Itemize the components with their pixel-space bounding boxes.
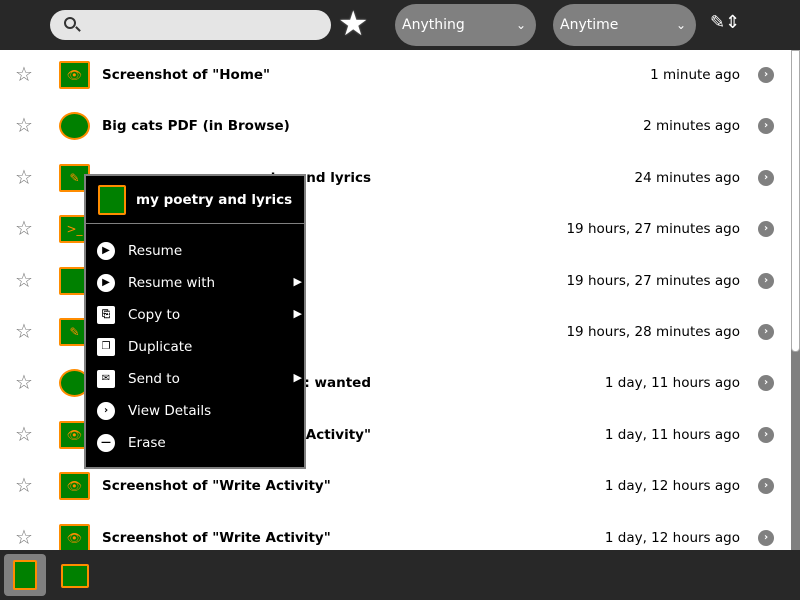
browse-globe-icon[interactable] xyxy=(59,112,90,141)
write-document-icon xyxy=(98,185,126,215)
details-arrow-icon[interactable]: › xyxy=(758,118,774,135)
menu-item-resume-with[interactable]: ▶ Resume with ▶ xyxy=(86,267,304,299)
favorite-star-icon[interactable]: ☆ xyxy=(15,165,33,189)
menu-item-label: Duplicate xyxy=(128,339,193,355)
menu-item-label: Copy to xyxy=(128,307,181,323)
entry-time: 1 minute ago xyxy=(650,67,740,83)
image-viewer-icon[interactable]: 👁 xyxy=(59,61,90,89)
menu-item-label: Erase xyxy=(128,435,166,451)
entry-title[interactable]: Activity" xyxy=(306,427,371,443)
entry-time: 19 hours, 27 minutes ago xyxy=(566,272,740,289)
menu-item-duplicate[interactable]: ❐ Duplicate xyxy=(86,331,304,363)
entry-time: 1 day, 12 hours ago xyxy=(604,478,740,495)
entry-title[interactable]: Screenshot of "Write Activity" xyxy=(102,530,331,546)
favorite-filter-star-icon[interactable]: ★ xyxy=(338,6,368,42)
when-filter-combo[interactable]: Anytime ⌄ xyxy=(553,4,696,46)
journal-tab-button[interactable] xyxy=(4,554,46,596)
entry-context-menu: my poetry and lyrics ▶ Resume ▶ Resume w… xyxy=(84,174,306,469)
favorite-star-icon[interactable]: ☆ xyxy=(15,319,33,343)
details-arrow-icon[interactable]: › xyxy=(758,67,774,83)
favorite-star-icon[interactable]: ☆ xyxy=(15,268,33,292)
entry-time: 24 minutes ago xyxy=(634,169,740,186)
play-icon: ▶ xyxy=(97,274,115,292)
details-arrow-icon[interactable]: › xyxy=(758,169,774,186)
favorite-star-icon[interactable]: ☆ xyxy=(15,370,33,394)
documents-tab-button[interactable] xyxy=(54,554,96,596)
menu-item-view-details[interactable]: › View Details xyxy=(86,395,304,427)
favorite-star-icon[interactable]: ☆ xyxy=(15,422,33,446)
entry-time: 19 hours, 28 minutes ago xyxy=(566,324,740,340)
journal-entry-row[interactable]: ☆ 👁 Screenshot of "Home" 1 minute ago › xyxy=(0,50,790,101)
entry-time: 1 day, 12 hours ago xyxy=(604,529,740,546)
what-filter-combo[interactable]: Anything ⌄ xyxy=(395,4,536,46)
search-field[interactable] xyxy=(50,10,331,40)
entry-time: 19 hours, 27 minutes ago xyxy=(566,221,740,238)
documents-folder-icon xyxy=(61,564,89,588)
menu-item-send-to[interactable]: ✉ Send to ▶ xyxy=(86,363,304,395)
image-viewer-icon[interactable]: 👁 xyxy=(59,523,90,552)
details-arrow-icon[interactable]: › xyxy=(758,221,774,238)
details-arrow-icon[interactable]: › xyxy=(758,375,774,392)
favorite-star-icon[interactable]: ☆ xyxy=(15,62,33,86)
when-filter-value: Anytime xyxy=(560,17,619,33)
play-icon: ▶ xyxy=(97,242,115,260)
menu-item-label: Resume with xyxy=(128,275,216,291)
details-arrow-icon[interactable]: › xyxy=(758,272,774,289)
details-arrow-icon[interactable]: › xyxy=(758,478,774,495)
menu-item-resume[interactable]: ▶ Resume xyxy=(86,235,304,267)
submenu-arrow-icon: ▶ xyxy=(293,275,302,288)
mail-icon: ✉ xyxy=(97,370,115,388)
sort-view-icon[interactable]: ✎⇕ xyxy=(710,12,742,38)
details-arrow-icon[interactable]: › xyxy=(758,529,774,546)
submenu-arrow-icon: ▶ xyxy=(293,307,302,320)
search-icon xyxy=(64,17,76,29)
favorite-star-icon[interactable]: ☆ xyxy=(15,113,33,137)
erase-icon: — xyxy=(97,434,115,452)
duplicate-icon: ❐ xyxy=(97,338,115,356)
menu-header: my poetry and lyrics xyxy=(86,176,304,224)
copy-icon: ⎘ xyxy=(97,306,115,324)
entry-title[interactable]: Screenshot of "Home" xyxy=(102,67,270,83)
scrollbar-thumb[interactable] xyxy=(791,50,800,352)
journal-tray xyxy=(0,550,800,600)
menu-item-erase[interactable]: — Erase xyxy=(86,427,304,459)
details-arrow-icon[interactable]: › xyxy=(758,426,774,443)
menu-item-copy-to[interactable]: ⎘ Copy to ▶ xyxy=(86,299,304,331)
details-icon: › xyxy=(97,402,115,420)
chevron-down-icon: ⌄ xyxy=(675,18,686,32)
menu-item-label: Send to xyxy=(128,371,180,387)
image-viewer-icon[interactable]: 👁 xyxy=(59,472,90,501)
favorite-star-icon[interactable]: ☆ xyxy=(15,216,33,240)
entry-time: 1 day, 11 hours ago xyxy=(604,426,740,443)
menu-item-label: View Details xyxy=(128,403,212,419)
journal-toolbar: ★ Anything ⌄ Anytime ⌄ ✎⇕ xyxy=(0,0,800,50)
details-arrow-icon[interactable]: › xyxy=(758,324,774,340)
menu-item-label: Resume xyxy=(128,243,183,259)
entry-title[interactable]: Big cats PDF (in Browse) xyxy=(102,118,290,134)
chevron-down-icon: ⌄ xyxy=(515,18,526,32)
entry-title[interactable]: Screenshot of "Write Activity" xyxy=(102,478,331,494)
entry-title[interactable]: : wanted xyxy=(304,375,371,391)
entry-time: 1 day, 11 hours ago xyxy=(604,375,740,392)
journal-entry-row[interactable]: ☆ Big cats PDF (in Browse) 2 minutes ago… xyxy=(0,101,790,152)
what-filter-value: Anything xyxy=(402,17,465,33)
menu-title: my poetry and lyrics xyxy=(136,192,293,208)
journal-notebook-icon xyxy=(13,560,37,590)
favorite-star-icon[interactable]: ☆ xyxy=(15,473,33,497)
submenu-arrow-icon: ▶ xyxy=(293,371,302,384)
scrollbar[interactable] xyxy=(791,50,800,550)
search-input[interactable] xyxy=(86,10,321,40)
favorite-star-icon[interactable]: ☆ xyxy=(15,525,33,549)
entry-time: 2 minutes ago xyxy=(643,118,740,135)
